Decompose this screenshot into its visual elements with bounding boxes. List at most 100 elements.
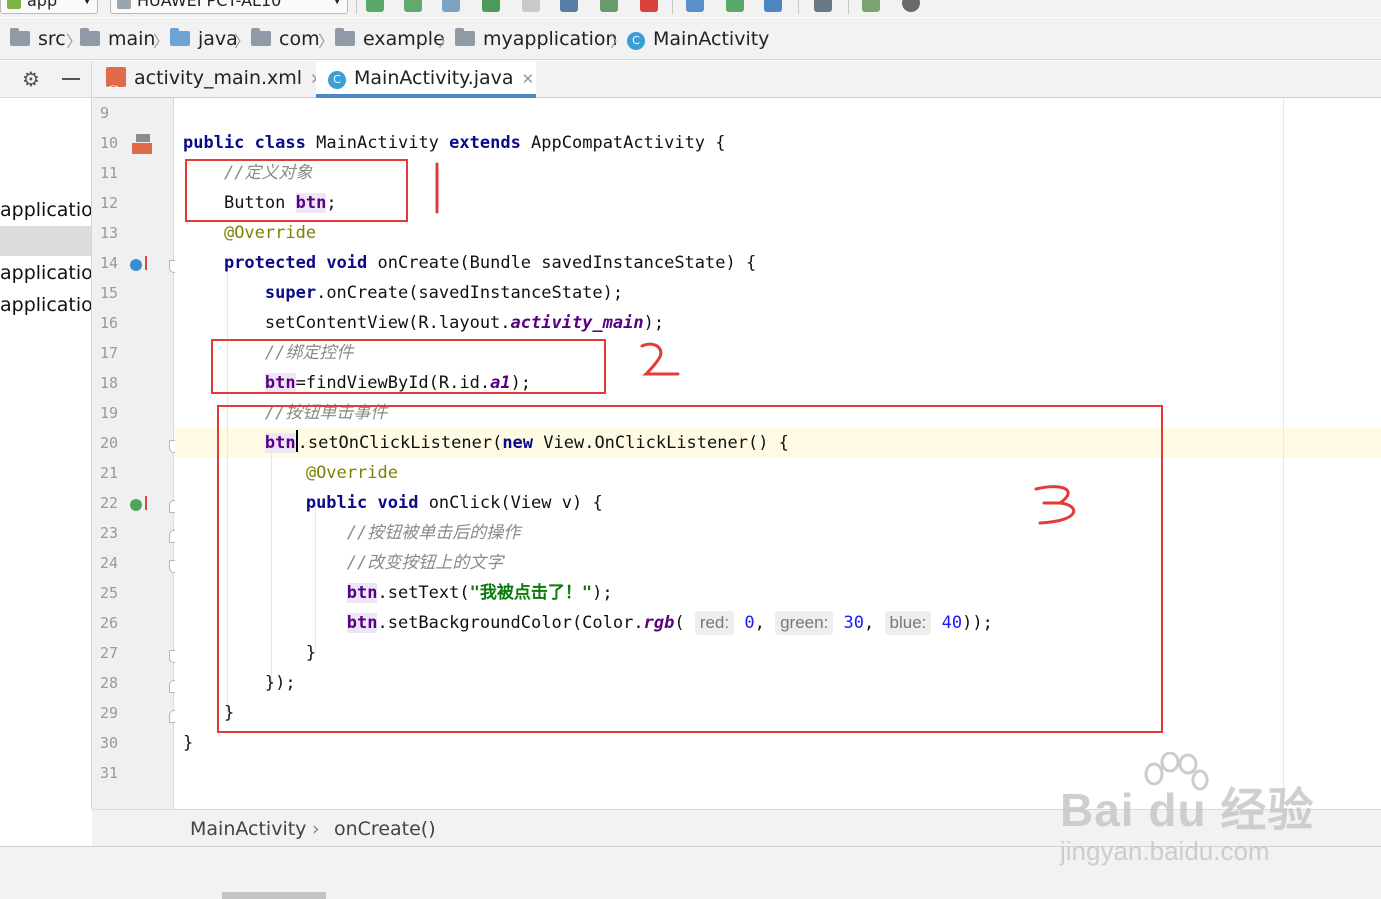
breadcrumb-myapplication[interactable]: myapplication (455, 28, 618, 50)
phone-icon (117, 0, 131, 9)
line-number-gutter: 9 10 11 12 13 14 15 16 17 18 19 20 21 22… (92, 98, 180, 809)
line-number: 25 (100, 584, 119, 602)
breadcrumb-separator: 〉 (153, 32, 170, 51)
tab-label: MainActivity.java (354, 67, 514, 89)
profile-icon[interactable] (522, 0, 540, 12)
tab-label: activity_main.xml (134, 67, 303, 89)
code-line-13: @Override (223, 223, 317, 243)
line-number: 14 (100, 254, 119, 272)
project-panel-header: ⚙ (0, 61, 91, 98)
line-number: 31 (100, 764, 119, 782)
watermark-brand: Bai du 经验 (1060, 784, 1315, 836)
line-number: 22 (100, 494, 119, 512)
device-selector[interactable]: HUAWEI PCT-AL10 ▼ (110, 0, 348, 14)
line-number: 23 (100, 524, 119, 542)
project-tree-item[interactable]: application (0, 258, 91, 288)
line-number: 15 (100, 284, 119, 302)
package-icon (251, 28, 271, 46)
breadcrumb-separator: 〉 (318, 32, 335, 51)
tab-mainactivity-java[interactable]: C MainActivity.java ✕ (316, 61, 536, 98)
handwritten-number-1 (435, 162, 439, 214)
chevron-down-icon: ▼ (83, 0, 91, 6)
breadcrumb-method[interactable]: onCreate() (334, 818, 436, 840)
attach-debugger-icon[interactable] (560, 0, 578, 12)
annotation-box-2 (211, 339, 606, 394)
project-tree-item[interactable]: application (0, 195, 91, 225)
line-number: 21 (100, 464, 119, 482)
line-number: 11 (100, 164, 119, 182)
project-tree-item[interactable]: application (0, 290, 91, 320)
sdk-manager-icon[interactable] (764, 0, 782, 12)
breadcrumb-example[interactable]: example (335, 28, 445, 50)
line-number: 16 (100, 314, 119, 332)
avd-manager-icon[interactable] (726, 0, 744, 12)
gear-icon[interactable]: ⚙ (22, 67, 40, 91)
project-tree-selection (0, 226, 91, 256)
folder-icon (10, 28, 30, 46)
handwritten-number-2 (640, 342, 680, 376)
line-number: 29 (100, 704, 119, 722)
chevron-down-icon: ▼ (333, 0, 341, 6)
class-icon: C (627, 32, 645, 50)
xml-file-icon (106, 67, 126, 105)
line-number: 13 (100, 224, 119, 242)
breadcrumb-java[interactable]: java (170, 28, 238, 50)
breadcrumb-main[interactable]: main (80, 28, 155, 50)
module-selector-label: app (27, 0, 58, 10)
code-line-14: protected void onCreate(Bundle savedInst… (223, 253, 757, 273)
breadcrumb-separator: 〉 (234, 32, 251, 51)
breadcrumb-separator: › (312, 818, 320, 840)
line-number: 18 (100, 374, 119, 392)
line-number: 19 (100, 404, 119, 422)
layout-file-icon[interactable] (132, 134, 152, 154)
device-manager-icon[interactable] (862, 0, 880, 12)
line-number: 10 (100, 134, 119, 152)
line-number: 12 (100, 194, 119, 212)
run-tests-icon[interactable] (600, 0, 618, 12)
debug-list-icon[interactable] (442, 0, 460, 12)
right-margin-guide (1283, 98, 1284, 809)
horizontal-scrollbar[interactable] (222, 892, 326, 899)
line-number: 20 (100, 434, 119, 452)
watermark-url: jingyan.baidu.com (1060, 836, 1270, 866)
breadcrumb-src[interactable]: src (10, 28, 66, 50)
breadcrumb-com[interactable]: com (251, 28, 320, 50)
breadcrumb-separator: 〉 (610, 32, 627, 51)
line-number: 28 (100, 674, 119, 692)
class-icon: C (328, 71, 346, 89)
close-icon[interactable]: ✕ (522, 70, 535, 88)
line-number: 17 (100, 344, 119, 362)
folder-icon (80, 28, 100, 46)
stop-icon[interactable] (640, 0, 658, 12)
main-toolbar: app ▼ HUAWEI PCT-AL10 ▼ (0, 0, 1381, 17)
line-number: 9 (100, 104, 110, 122)
annotation-box-3 (217, 405, 1163, 733)
line-number: 26 (100, 614, 119, 632)
breadcrumb-class[interactable]: MainActivity (190, 818, 306, 840)
layout-inspector-icon[interactable] (814, 0, 832, 12)
sync-project-icon[interactable] (686, 0, 704, 12)
apply-changes-icon[interactable] (366, 0, 384, 12)
line-number: 30 (100, 734, 119, 752)
editor-tabs: activity_main.xml✕ C MainActivity.java ✕ (92, 61, 1381, 105)
arrow-up-icon (145, 496, 147, 510)
apply-code-changes-icon[interactable] (404, 0, 422, 12)
code-line-10: public class MainActivity extends AppCom… (183, 133, 726, 153)
device-selector-label: HUAWEI PCT-AL10 (137, 0, 282, 10)
breadcrumb-mainactivity[interactable]: C MainActivity (627, 28, 769, 50)
code-line-15: super.onCreate(savedInstanceState); (264, 283, 624, 303)
implement-method-icon[interactable] (130, 499, 142, 511)
project-panel: ⚙ application application application (0, 61, 92, 809)
package-icon (455, 28, 475, 46)
minimize-icon[interactable] (62, 78, 80, 80)
arrow-up-icon (145, 256, 147, 270)
line-number: 27 (100, 644, 119, 662)
search-icon[interactable] (902, 0, 920, 12)
module-selector[interactable]: app ▼ (0, 0, 98, 14)
tab-activity-main-xml[interactable]: activity_main.xml✕ (106, 61, 323, 105)
breadcrumb-separator: 〉 (438, 32, 455, 51)
debug-icon[interactable] (482, 0, 500, 12)
annotation-box-1 (185, 159, 408, 222)
override-method-icon[interactable] (130, 259, 142, 271)
package-icon (335, 28, 355, 46)
